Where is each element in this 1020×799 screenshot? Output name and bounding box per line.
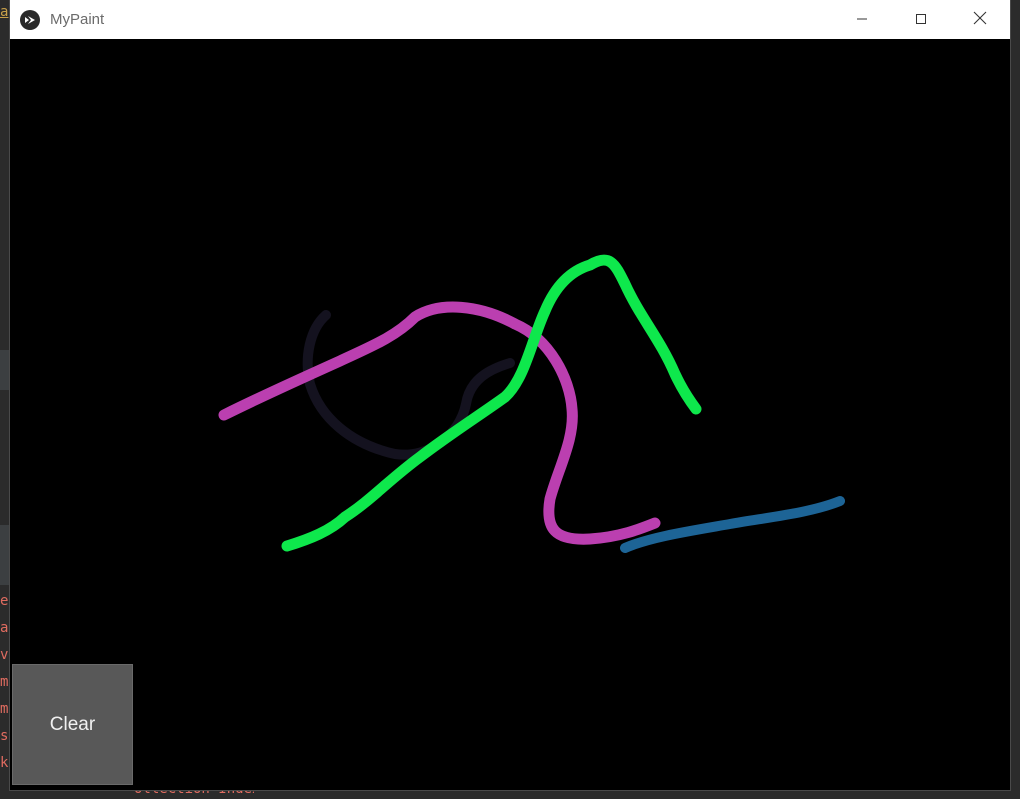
background-text-fragment: ar (0, 620, 10, 636)
background-panel-band (0, 350, 10, 390)
title-bar[interactable]: MyPaint (10, 0, 1010, 39)
background-text-fragment: ma (0, 674, 10, 690)
background-text-fragment: a (0, 4, 9, 20)
background-text-fragment: ve (0, 647, 10, 663)
maximize-icon (915, 10, 927, 29)
close-icon (973, 10, 987, 29)
background-text-fragment: ma (0, 701, 10, 717)
background-text-fragment: ke (0, 755, 10, 771)
background-text-fragment: s (0, 728, 9, 744)
paint-surface[interactable] (10, 39, 1010, 790)
maximize-button[interactable] (892, 0, 950, 39)
close-button[interactable] (951, 0, 1009, 39)
paint-canvas[interactable]: Clear (10, 39, 1010, 790)
background-text-fragment: er (0, 593, 10, 609)
app-window: MyPaint Clear (10, 0, 1010, 790)
dark-navy-stroke (302, 310, 515, 460)
green-stroke (281, 254, 702, 552)
magenta-stroke (218, 301, 661, 545)
background-panel-band (0, 525, 10, 585)
minimize-icon (856, 10, 868, 29)
kivy-logo-icon[interactable] (20, 9, 40, 30)
minimize-button[interactable] (833, 0, 891, 39)
window-title: MyPaint (50, 11, 105, 28)
clear-button[interactable]: Clear (12, 664, 133, 785)
